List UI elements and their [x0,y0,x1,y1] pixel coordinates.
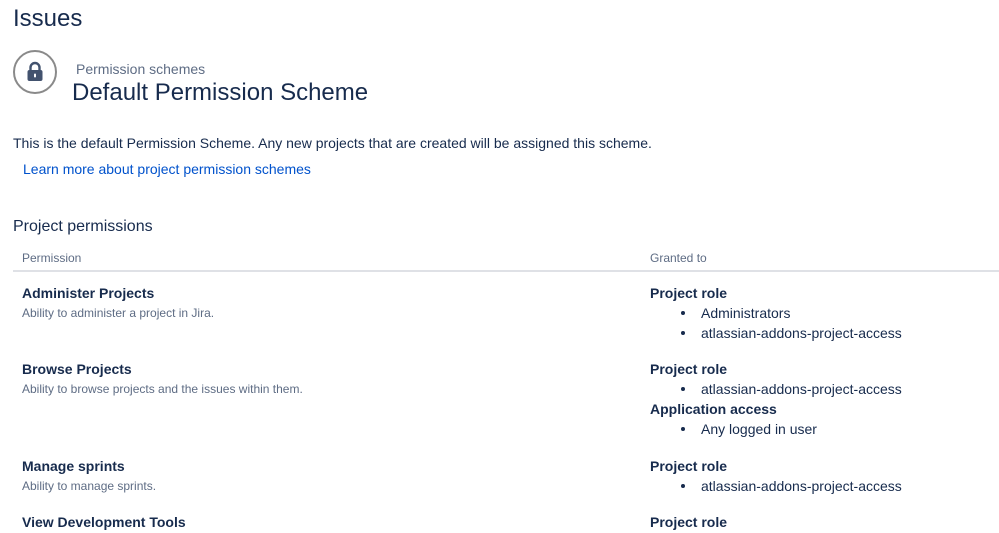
grants-cell: Project role atlassian-addons-project-ac… [650,458,990,498]
grant-item: atlassian-addons-project-access [650,325,990,345]
grant-group: Project role Administrators atlassian-ad… [650,285,990,345]
grant-item: atlassian-addons-project-access [650,381,990,401]
grant-group: Project role [650,514,990,533]
permission-scheme-page: Issues Permission schemes Default Permis… [0,0,999,533]
breadcrumb-permission-schemes[interactable]: Permission schemes [76,61,205,77]
page-title: Issues [13,5,83,32]
grant-item: Administrators [650,305,990,325]
learn-more-link[interactable]: Learn more about project permission sche… [23,160,311,178]
bullet [681,427,685,431]
grant-list: Any logged in user [650,421,990,441]
grant-type: Project role [650,458,728,474]
scheme-title: Default Permission Scheme [72,79,369,106]
grants-cell: Project role Administrators atlassian-ad… [650,285,990,345]
scheme-header: Permission schemes Default Permission Sc… [13,50,613,106]
permission-name: Administer Projects [22,285,155,301]
bullet [681,387,685,391]
scheme-description: This is the default Permission Scheme. A… [13,135,652,151]
permission-description: Ability to manage sprints. [22,479,157,493]
grant-list: atlassian-addons-project-access [650,478,990,498]
column-header-granted-to: Granted to [650,251,707,265]
permission-description: Ability to browse projects and the issue… [22,382,303,396]
grant-item-label: Administrators [701,305,791,321]
bullet [681,484,685,488]
section-title: Project permissions [13,218,153,235]
grants-cell: Project role atlassian-addons-project-ac… [650,361,990,441]
lock-icon [27,61,43,81]
bullet [681,311,685,315]
grant-type: Project role [650,361,728,377]
grant-item-label: atlassian-addons-project-access [701,478,902,494]
grant-item-label: atlassian-addons-project-access [701,325,902,341]
grant-list: Administrators atlassian-addons-project-… [650,305,990,345]
scheme-avatar [13,50,57,94]
permission-name: Manage sprints [22,458,125,474]
grant-type: Project role [650,285,728,301]
bullet [681,331,685,335]
grant-list: atlassian-addons-project-access [650,381,990,401]
grant-type: Application access [650,401,777,417]
permission-description: Ability to administer a project in Jira. [22,306,215,320]
grant-item: Any logged in user [650,421,990,441]
grant-type: Project role [650,514,728,530]
permission-name: Browse Projects [22,361,132,377]
grant-group: Project role atlassian-addons-project-ac… [650,361,990,401]
column-header-permission: Permission [22,251,82,265]
grants-cell: Project role [650,514,990,533]
table-header: Permission Granted to [13,250,999,272]
grant-item: atlassian-addons-project-access [650,478,990,498]
grant-item-label: atlassian-addons-project-access [701,381,902,397]
grant-group: Application access Any logged in user [650,401,990,441]
permission-name: View Development Tools [22,514,186,530]
grant-item-label: Any logged in user [701,421,817,437]
grant-group: Project role atlassian-addons-project-ac… [650,458,990,498]
